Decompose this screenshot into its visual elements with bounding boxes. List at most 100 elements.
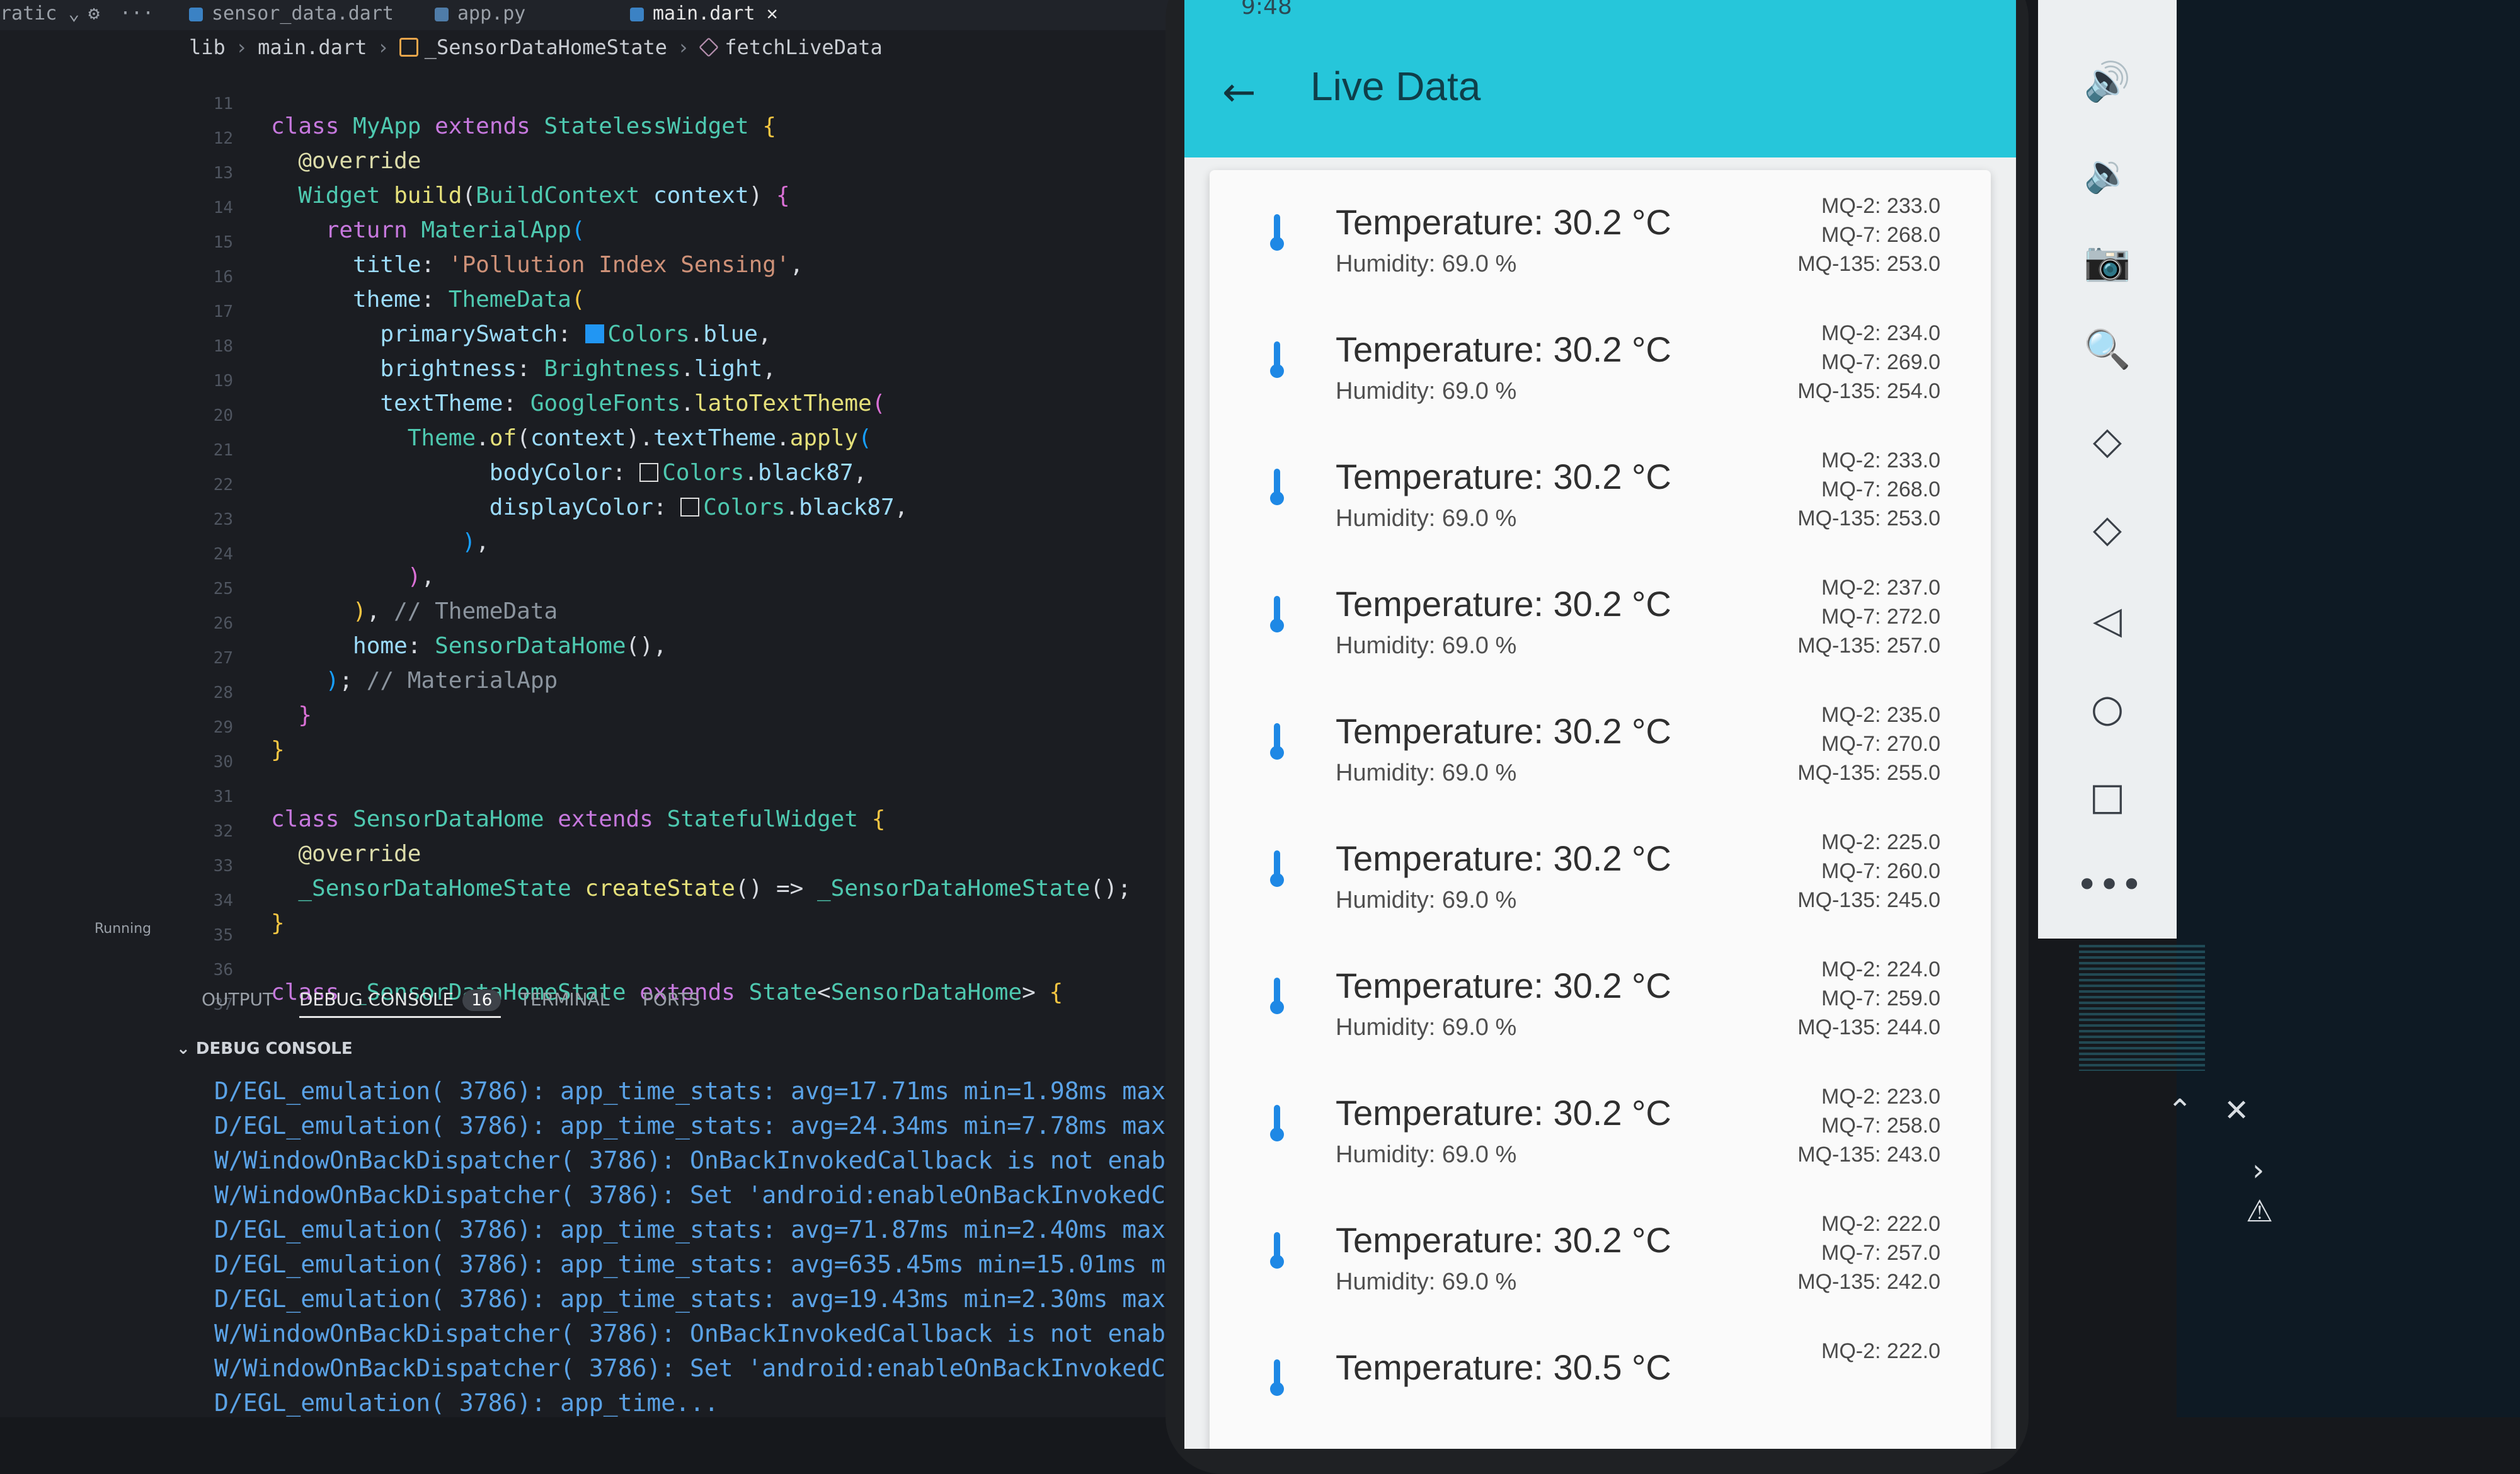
tab-main-dart[interactable]: main.dart ✕ [630,3,778,25]
breadcrumb: lib › main.dart › _SensorDataHomeState › fetch… [189,35,883,59]
tab-output[interactable]: OUTPUT [202,989,273,1010]
reading-list-item[interactable]: Temperature: 30.5 °C MQ-2: 222.0 [1210,1322,1991,1448]
reading-list-item[interactable]: Temperature: 30.2 °C Humidity: 69.0 % MQ-2… [1210,1194,1991,1320]
home-icon[interactable]: ○ [2076,677,2139,740]
mq7-value: MQ-7: 268.0 [1821,477,1940,501]
mq7-value: MQ-7: 260.0 [1821,859,1940,883]
mq135-value: MQ-135: 255.0 [1797,761,1940,785]
close-icon[interactable]: ✕ [2224,1093,2249,1128]
class-icon [399,38,418,57]
back-icon[interactable]: ◁ [2076,589,2139,652]
reading-list-item[interactable]: Temperature: 30.2 °C Humidity: 69.0 % MQ-2… [1210,431,1991,557]
problem-count-badge: 16 [462,990,501,1011]
log-line: D/EGL_emulation( 3786): app_time... [214,1389,719,1417]
page-title: Live Data [1310,64,1481,109]
tab-label: app.py [457,3,526,25]
temperature-text: Temperature: 30.2 °C [1336,711,1671,751]
python-file-icon [435,8,449,21]
line-number: 26 [213,614,233,633]
temperature-text: Temperature: 30.2 °C [1336,966,1671,1005]
overview-icon[interactable]: □ [2076,765,2139,828]
breadcrumb-class[interactable]: _SensorDataHomeState [425,35,667,59]
temperature-text: Temperature: 30.2 °C [1336,1093,1671,1133]
reading-list-item[interactable]: Temperature: 30.2 °C Humidity: 69.0 % MQ-2… [1210,176,1991,302]
section-label: DEBUG CONSOLE [195,1039,353,1058]
more-icon[interactable]: ••• [2076,854,2143,917]
line-number: 32 [213,822,233,841]
reading-list-item[interactable]: Temperature: 30.2 °C Humidity: 69.0 % MQ-2… [1210,813,1991,939]
line-number: 27 [213,649,233,668]
zoom-icon[interactable]: 🔍 [2076,318,2139,381]
reading-list-item[interactable]: Temperature: 30.2 °C Humidity: 69.0 % MQ-2… [1210,685,1991,811]
humidity-text: Humidity: 69.0 % [1336,1014,1517,1041]
mq2-value: MQ-2: 222.0 [1821,1339,1940,1363]
code-line: Theme.of(context).textTheme.apply( [407,425,872,451]
temperature-text: Temperature: 30.2 °C [1336,838,1671,878]
reading-list-item[interactable]: Temperature: 30.2 °C Humidity: 69.0 % MQ-2… [1210,304,1991,430]
mq2-value: MQ-2: 222.0 [1821,1212,1940,1236]
running-indicator: Running [94,921,152,937]
line-number: 30 [213,753,233,772]
tab-label: main.dart [653,3,755,25]
code-line: primarySwatch: Colors.blue, [380,321,772,347]
more-icon[interactable]: ··· [120,3,154,25]
humidity-text: Humidity: 69.0 % [1336,1269,1517,1295]
rotate-left-icon[interactable]: ◇ [2076,409,2139,472]
reading-list-item[interactable]: Temperature: 30.2 °C Humidity: 69.0 % MQ-2… [1210,558,1991,684]
mq7-value: MQ-7: 258.0 [1821,1114,1940,1138]
tab-sensor-data[interactable]: sensor_data.dart [189,3,394,25]
reading-list-item[interactable]: Temperature: 30.2 °C Humidity: 69.0 % MQ-2… [1210,1067,1991,1193]
tab-ports[interactable]: PORTS [643,989,700,1010]
temperature-text: Temperature: 30.2 °C [1336,584,1671,624]
tab-label: sensor_data.dart [212,3,394,25]
back-arrow-icon[interactable]: ← [1222,69,1256,116]
mq135-value: MQ-135: 254.0 [1797,379,1940,403]
volume-up-icon[interactable]: 🔊 [2076,50,2139,113]
debug-console-header[interactable]: ⌄ DEBUG CONSOLE [176,1039,353,1058]
chevron-right-icon[interactable]: › [2252,1153,2264,1188]
log-line: D/EGL_emulation( 3786): app_time_stats: … [214,1077,1267,1105]
mq7-value: MQ-7: 270.0 [1821,732,1940,756]
code-line: } [271,737,285,763]
tab-app-py[interactable]: app.py [435,3,525,25]
line-number: 31 [213,787,233,806]
camera-icon[interactable]: 📷 [2076,230,2139,293]
tab-terminal[interactable]: TERMINAL [520,989,609,1010]
breadcrumb-folder[interactable]: lib [189,35,226,59]
line-number: 14 [213,198,233,217]
volume-down-icon[interactable]: 🔉 [2076,142,2139,205]
thermometer-icon [1270,214,1284,252]
chevron-down-icon: ⌄ [176,1039,190,1058]
rotate-right-icon[interactable]: ◇ [2076,498,2139,561]
code-line: } [271,910,285,936]
line-number: 24 [213,545,233,564]
mq7-value: MQ-7: 257.0 [1821,1241,1940,1265]
readings-card: Temperature: 30.2 °C Humidity: 69.0 % MQ-2… [1210,170,1991,1449]
line-number: 21 [213,441,233,460]
breadcrumb-method[interactable]: fetchLiveData [724,35,882,59]
code-line: bodyColor: Colors.black87, [489,460,868,486]
chevron-up-icon[interactable]: ⌃ [2167,1093,2192,1128]
code-line: @override [298,841,421,867]
code-line: ); // MaterialApp [325,668,558,694]
code-line: ), // ThemeData [353,598,558,624]
code-line: home: SensorDataHome(), [353,633,667,659]
humidity-text: Humidity: 69.0 % [1336,378,1517,404]
breadcrumb-file[interactable]: main.dart [258,35,367,59]
dart-file-icon [630,8,644,21]
status-time: 9:48 [1241,0,1292,20]
log-line: W/WindowOnBackDispatcher( 3786): OnBackI… [214,1146,1267,1174]
line-number: 29 [213,718,233,737]
code-line: class MyApp extends StatelessWidget { [271,113,777,139]
code-line: textTheme: GoogleFonts.latoTextTheme( [380,391,886,416]
thermometer-icon [1270,850,1284,888]
close-icon[interactable]: ✕ [767,3,778,25]
tab-ratic[interactable]: ratic ⌄ [0,3,79,25]
temperature-text: Temperature: 30.5 °C [1336,1347,1671,1387]
code-line: displayColor: Colors.black87, [489,494,908,520]
tab-debug-console[interactable]: DEBUG CONSOLE 16 [299,989,501,1018]
reading-list-item[interactable]: Temperature: 30.2 °C Humidity: 69.0 % MQ-2… [1210,940,1991,1066]
gear-icon[interactable]: ⚙ [88,3,100,25]
mq135-value: MQ-135: 243.0 [1797,1143,1940,1167]
log-line: W/WindowOnBackDispatcher( 3786): OnBackI… [214,1320,1267,1347]
